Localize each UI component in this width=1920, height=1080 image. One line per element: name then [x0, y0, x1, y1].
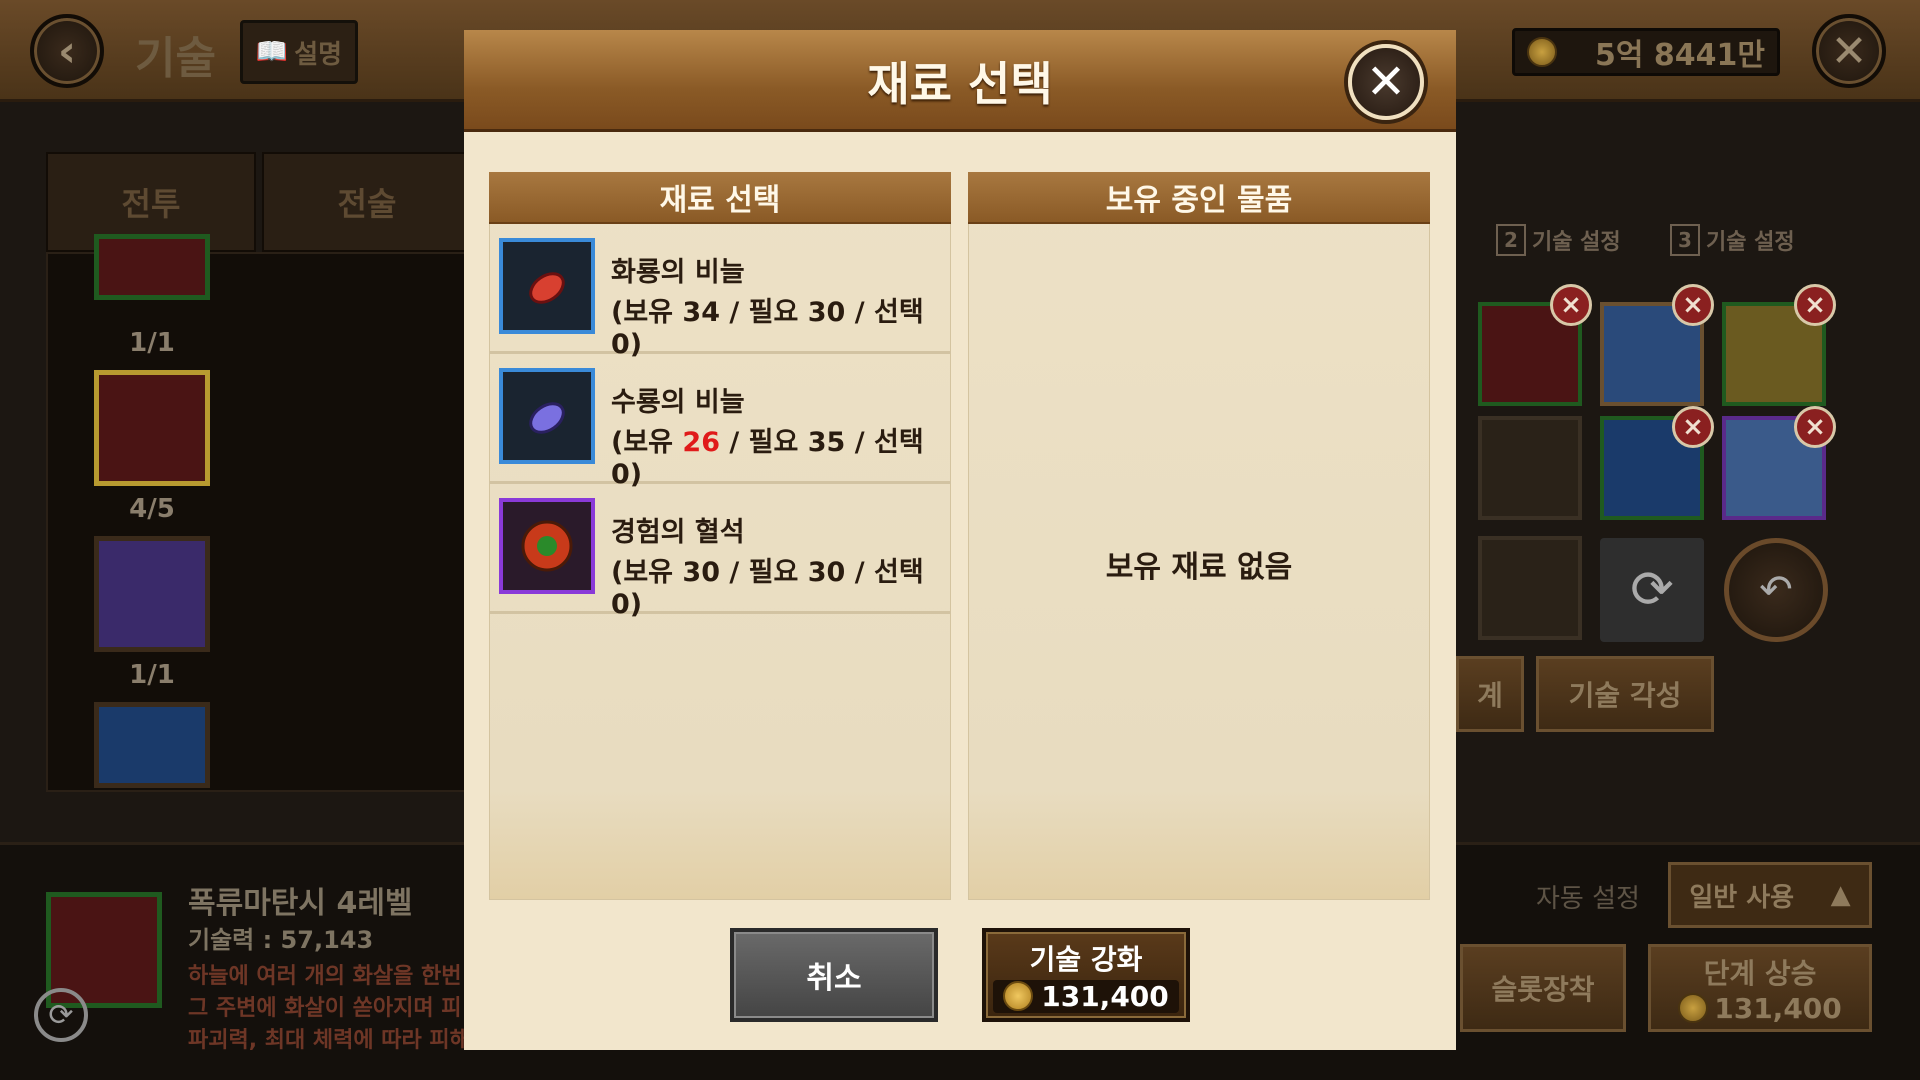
skill-icon[interactable]: [94, 234, 210, 300]
owned-count: 26: [682, 427, 720, 458]
empty-items-text: 보유 재료 없음: [1105, 550, 1293, 585]
close-icon: ✕: [1830, 25, 1868, 77]
material-list-header: 재료 선택: [489, 172, 951, 224]
remove-skill-icon[interactable]: ×: [1794, 284, 1836, 326]
material-quantity: (보유 26 / 필요 35 / 선택 0): [611, 427, 924, 490]
gold-display: 5억 8441만: [1512, 28, 1780, 76]
close-icon: ✕: [1365, 54, 1407, 110]
rotate-icon[interactable]: ⟳: [34, 988, 88, 1042]
owned-items-header: 보유 중인 물품: [968, 172, 1430, 224]
remove-skill-icon[interactable]: ×: [1550, 284, 1592, 326]
slot-number: 3: [1670, 224, 1700, 256]
enhance-label: 기술 강화: [1029, 942, 1143, 976]
remove-skill-icon[interactable]: ×: [1672, 284, 1714, 326]
material-name: 수룡의 비늘: [611, 387, 745, 418]
empty-skill-slot[interactable]: [1478, 416, 1582, 520]
cancel-button[interactable]: 취소: [730, 928, 938, 1022]
slot-tab-2[interactable]: 2 기술 설정: [1496, 210, 1621, 270]
enhance-cost-value: 131,400: [1041, 979, 1169, 1013]
auto-setting-label: 자동 설정: [1536, 884, 1640, 914]
blue-scale-icon: [499, 368, 595, 464]
back-button[interactable]: ‹: [30, 14, 104, 88]
book-icon: 📖: [255, 37, 289, 67]
dialog-close-button[interactable]: ✕: [1348, 44, 1424, 120]
skill-description: 하늘에 여러 개의 화살을 한번: [188, 964, 462, 989]
skill-level-label: 4/5: [129, 494, 175, 524]
skill-power: 기술력 : 57,143: [188, 926, 374, 954]
red-scale-icon: [499, 238, 595, 334]
material-name: 화룡의 비늘: [611, 257, 745, 288]
skill-level-label: 1/1: [129, 660, 175, 690]
owned-count: 34: [682, 297, 720, 328]
tab-tactics[interactable]: 전술: [262, 152, 472, 252]
slot-number: 2: [1496, 224, 1526, 256]
coin-icon: [1003, 981, 1034, 1011]
help-button[interactable]: 📖 설명: [240, 20, 358, 84]
owned-count: 30: [682, 557, 720, 588]
coin-icon: [1527, 37, 1557, 67]
triangle-up-icon: ▲: [1830, 880, 1851, 910]
empty-skill-slot[interactable]: [1478, 536, 1582, 640]
skill-enhance-button[interactable]: 기술 강화 131,400: [982, 928, 1190, 1022]
material-quantity: (보유 30 / 필요 30 / 선택 0): [611, 557, 924, 620]
slot-tab-3[interactable]: 3 기술 설정: [1670, 210, 1795, 270]
skill-name: 폭류마탄시 4레벨: [188, 886, 413, 921]
blood-stone-icon: [499, 498, 595, 594]
auto-setting-select[interactable]: 일반 사용 ▲: [1668, 862, 1872, 928]
refresh-icon[interactable]: ⟳: [1600, 538, 1704, 642]
back-arrow-icon: ‹: [57, 25, 77, 77]
close-screen-button[interactable]: ✕: [1812, 14, 1886, 88]
material-item[interactable]: 화룡의 비늘 (보유 34 / 필요 30 / 선택 0): [489, 224, 951, 360]
help-label: 설명: [294, 39, 343, 70]
level-up-button[interactable]: 단계 상승 131,400: [1648, 944, 1872, 1032]
slot-tab-label: 기술 설정: [1706, 230, 1795, 255]
material-quantity: (보유 34 / 필요 30 / 선택 0): [611, 297, 924, 360]
level-up-label: 단계 상승: [1703, 956, 1817, 990]
enhance-cost: 131,400: [993, 979, 1179, 1013]
skill-icon[interactable]: [94, 536, 210, 652]
owned-items-panel: [968, 172, 1430, 900]
stage-button-partial[interactable]: 계: [1456, 656, 1524, 732]
skill-level-label: 1/1: [129, 328, 175, 358]
skill-description: 파괴력, 최대 체력에 따라 피해: [188, 1028, 470, 1053]
skill-icon[interactable]: [94, 702, 210, 788]
skill-description: 그 주변에 화살이 쏟아지며 피: [188, 996, 462, 1021]
material-item[interactable]: 수룡의 비늘 (보유 26 / 필요 35 / 선택 0): [489, 354, 951, 490]
slot-equip-button[interactable]: 슬롯장착: [1460, 944, 1626, 1032]
remove-skill-icon[interactable]: ×: [1672, 406, 1714, 448]
level-up-cost: 131,400: [1714, 991, 1842, 1025]
slot-tab-label: 기술 설정: [1532, 230, 1621, 255]
material-name: 경험의 혈석: [611, 517, 745, 548]
dialog-title: 재료 선택: [867, 57, 1053, 111]
skill-icon-selected[interactable]: [94, 370, 210, 486]
coin-icon: [1678, 993, 1709, 1023]
gold-amount: 5억 8441만: [1594, 38, 1765, 73]
skill-list: 1/1 4/5 1/1: [46, 234, 476, 792]
dash-skill-icon[interactable]: ↶: [1724, 538, 1828, 642]
remove-skill-icon[interactable]: ×: [1794, 406, 1836, 448]
page-title: 기술: [135, 33, 216, 84]
auto-setting-value: 일반 사용: [1689, 882, 1795, 913]
skill-awaken-button[interactable]: 기술 각성: [1536, 656, 1714, 732]
material-item[interactable]: 경험의 혈석 (보유 30 / 필요 30 / 선택 0): [489, 484, 951, 620]
